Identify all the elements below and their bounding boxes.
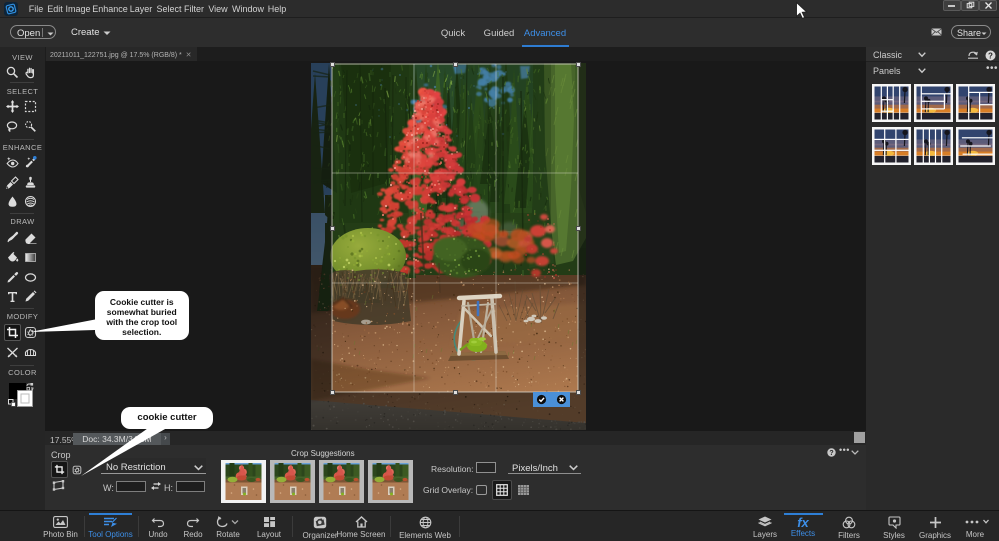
svg-text:?: ?: [829, 450, 833, 457]
svg-text:?: ?: [988, 51, 993, 60]
